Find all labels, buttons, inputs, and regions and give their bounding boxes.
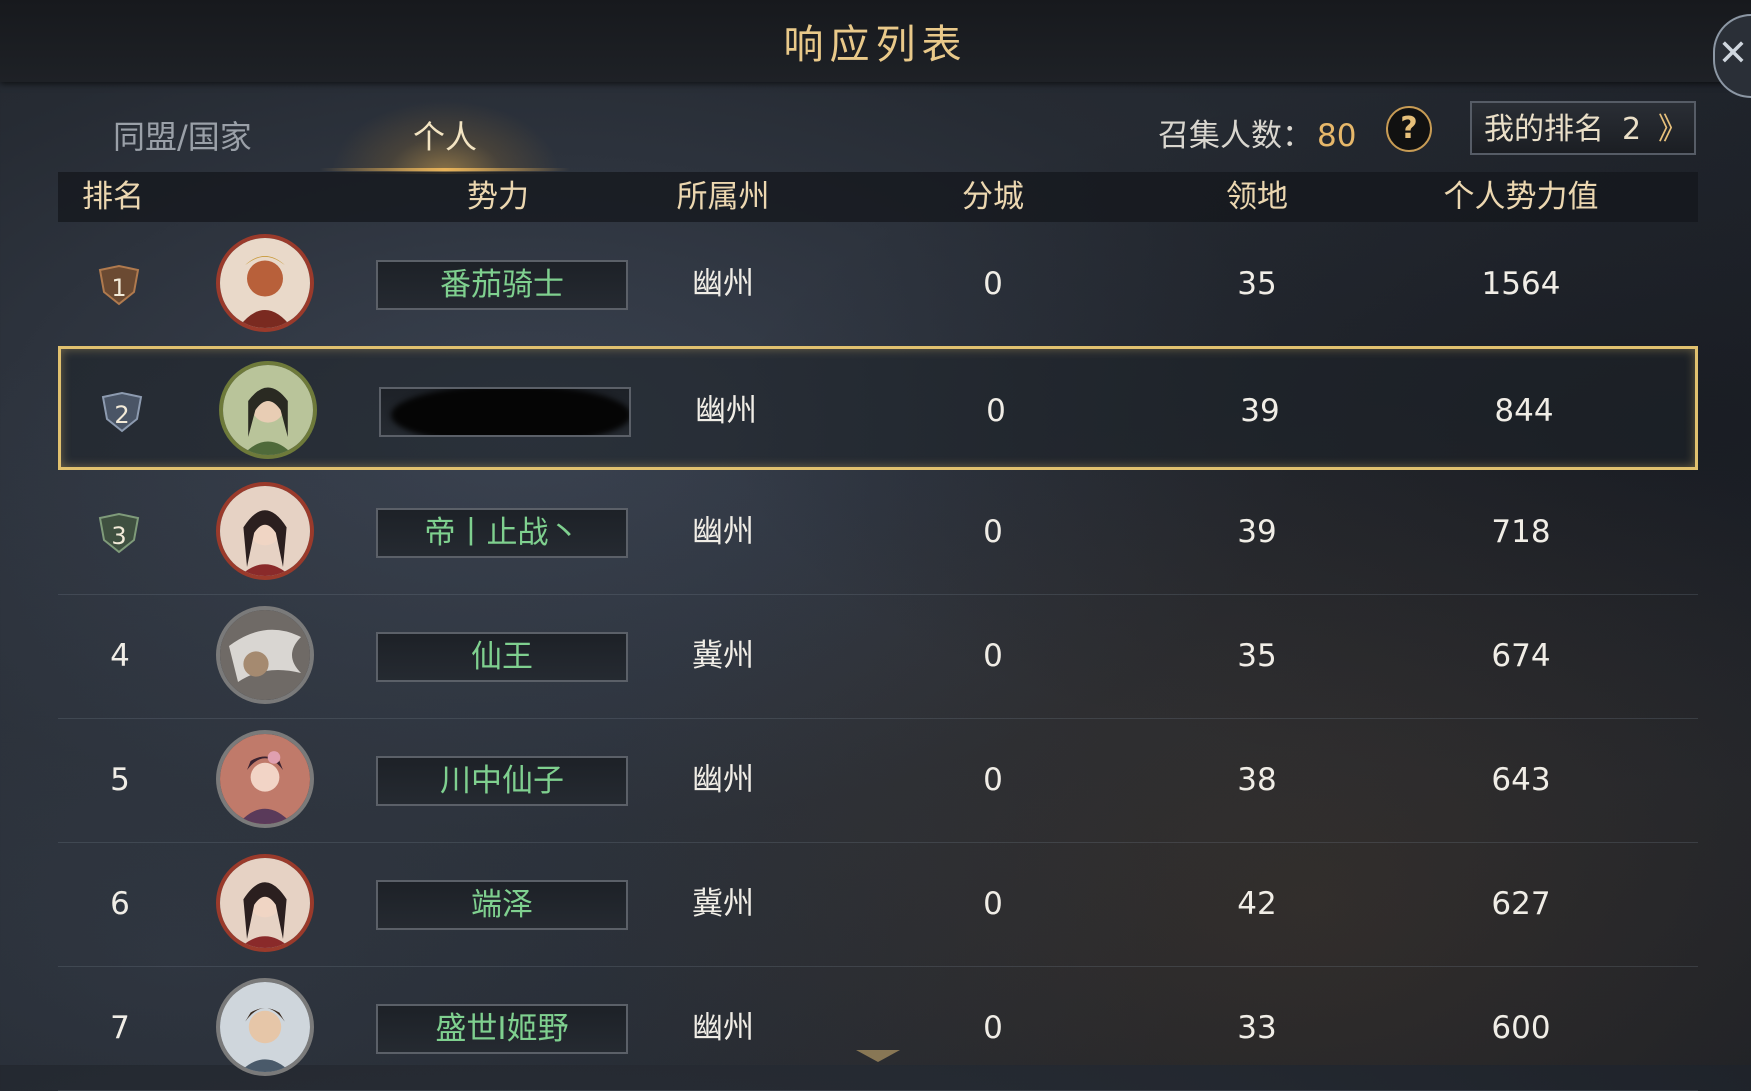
header-faction: 势力 xyxy=(467,179,529,215)
header-personal-power: 个人势力值 xyxy=(1443,179,1599,215)
branch-city-cell: 0 xyxy=(983,1010,1003,1046)
avatar[interactable] xyxy=(216,606,314,704)
player-name[interactable]: 番茄骑士 xyxy=(376,260,628,310)
state-cell: 幽州 xyxy=(692,266,754,302)
power-cell: 718 xyxy=(1491,514,1551,550)
scroll-down-chevron-icon xyxy=(856,1050,900,1062)
table-row[interactable]: 3 帝丨止战丶 幽州 0 39 718 xyxy=(58,470,1698,595)
my-rank-value: 2 xyxy=(1622,112,1642,147)
header-state: 所属州 xyxy=(676,179,770,215)
territory-cell: 38 xyxy=(1237,762,1277,798)
power-cell: 844 xyxy=(1494,393,1554,429)
branch-city-cell: 0 xyxy=(986,393,1006,429)
table-row[interactable]: 7 盛世I姬野 幽州 0 33 600 xyxy=(58,966,1698,1091)
gather-count: 召集人数： 80 xyxy=(1158,110,1356,155)
power-cell: 600 xyxy=(1491,1010,1551,1046)
avatar[interactable] xyxy=(216,730,314,828)
table-row[interactable]: 1 番茄骑士 幽州 0 35 1564 xyxy=(58,222,1698,347)
state-cell: 幽州 xyxy=(692,762,754,798)
state-cell: 冀州 xyxy=(692,886,754,922)
power-cell: 674 xyxy=(1491,638,1551,674)
redaction-scribble xyxy=(391,389,629,435)
player-name[interactable]: 帝丨止战丶 xyxy=(376,508,628,558)
player-name[interactable]: 端泽 xyxy=(376,880,628,930)
table-row[interactable]: 6 端泽 冀州 0 42 627 xyxy=(58,842,1698,967)
power-cell: 643 xyxy=(1491,762,1551,798)
rank-badge-green-icon: 3 xyxy=(96,510,142,556)
table-row[interactable]: 5 川中仙子 幽州 0 38 643 xyxy=(58,718,1698,843)
player-name[interactable]: 川中仙子 xyxy=(376,756,628,806)
player-name-redacted[interactable] xyxy=(379,387,631,437)
branch-city-cell: 0 xyxy=(983,762,1003,798)
gather-count-value: 80 xyxy=(1317,118,1357,154)
tab-personal[interactable]: 个人 xyxy=(330,112,560,158)
top-bar: 响应列表 ✕ xyxy=(0,0,1751,98)
rank-badge-silver-icon: 2 xyxy=(99,389,145,435)
branch-city-cell: 0 xyxy=(983,514,1003,550)
table-header: 排名 势力 所属州 分城 领地 个人势力值 xyxy=(58,172,1698,222)
power-cell: 627 xyxy=(1491,886,1551,922)
table-row-own[interactable]: 2 幽州 0 39 844 xyxy=(58,346,1698,470)
rank-number: 7 xyxy=(110,1010,130,1046)
active-tab-underline xyxy=(320,168,570,171)
chevron-right-icon: 》 xyxy=(1658,112,1688,147)
state-cell: 幽州 xyxy=(692,1010,754,1046)
rank-number: 4 xyxy=(110,638,130,674)
tab-alliance-nation[interactable]: 同盟/国家 xyxy=(113,112,252,158)
power-cell: 1564 xyxy=(1481,266,1561,302)
avatar[interactable] xyxy=(216,978,314,1076)
my-rank-label: 我的排名 xyxy=(1484,112,1604,147)
branch-city-cell: 0 xyxy=(983,266,1003,302)
rank-number: 6 xyxy=(110,886,130,922)
my-rank-button[interactable]: 我的排名 2 》 xyxy=(1470,101,1696,155)
player-name[interactable]: 盛世I姬野 xyxy=(376,1004,628,1054)
territory-cell: 35 xyxy=(1237,266,1277,302)
table-row[interactable]: 4 仙王 冀州 0 35 674 xyxy=(58,594,1698,719)
avatar[interactable] xyxy=(216,854,314,952)
territory-cell: 33 xyxy=(1237,1010,1277,1046)
header-rank: 排名 xyxy=(82,179,144,215)
header-territory: 领地 xyxy=(1226,179,1288,215)
help-icon[interactable]: ? xyxy=(1386,106,1432,152)
header-branch-city: 分城 xyxy=(962,179,1024,215)
rank-number: 5 xyxy=(110,762,130,798)
avatar[interactable] xyxy=(216,234,314,332)
branch-city-cell: 0 xyxy=(983,886,1003,922)
rank-badge-bronze-icon: 1 xyxy=(96,262,142,308)
avatar[interactable] xyxy=(216,482,314,580)
branch-city-cell: 0 xyxy=(983,638,1003,674)
state-cell: 幽州 xyxy=(695,393,757,429)
state-cell: 冀州 xyxy=(692,638,754,674)
territory-cell: 39 xyxy=(1237,514,1277,550)
territory-cell: 42 xyxy=(1237,886,1277,922)
state-cell: 幽州 xyxy=(692,514,754,550)
player-name[interactable]: 仙王 xyxy=(376,632,628,682)
close-icon: ✕ xyxy=(1717,33,1749,74)
territory-cell: 35 xyxy=(1237,638,1277,674)
territory-cell: 39 xyxy=(1240,393,1280,429)
page-title: 响应列表 xyxy=(783,22,968,68)
avatar[interactable] xyxy=(219,361,317,459)
gather-count-label: 召集人数： xyxy=(1158,118,1313,154)
